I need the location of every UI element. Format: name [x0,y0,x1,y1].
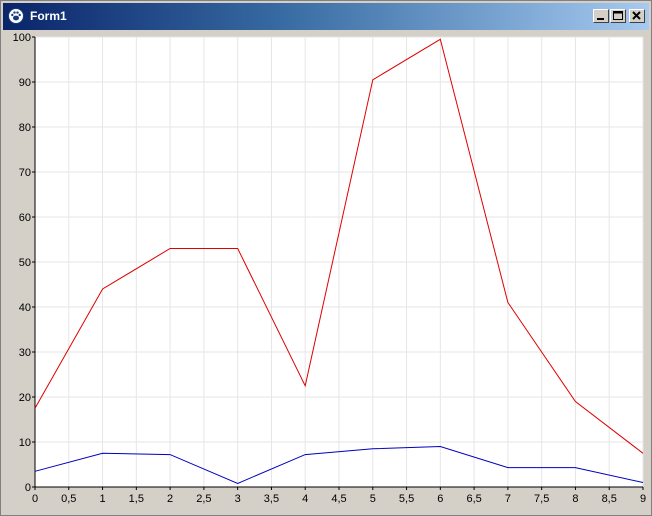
x-tick-label: 8,5 [602,493,617,505]
y-tick-label: 40 [19,302,31,314]
x-tick-label: 5,5 [399,493,414,505]
maximize-icon [613,11,623,20]
x-tick-label: 1 [99,493,105,505]
y-tick-label: 100 [13,32,31,44]
y-tick-label: 70 [19,167,31,179]
x-tick-label: 3,5 [264,493,279,505]
x-tick-label: 7 [505,493,511,505]
x-tick-label: 1,5 [129,493,144,505]
form-client-area: 0 10 20 30 40 50 60 70 80 90 100 0 0,5 1 1,5 2 2,5 3 3,5 4 4… [3,31,649,513]
x-tick-label: 8 [572,493,578,505]
y-tick-label: 30 [19,347,31,359]
x-tick-label: 7,5 [534,493,549,505]
minimize-icon [597,18,604,20]
x-tick-label: 6,5 [466,493,481,505]
x-tick-label: 5 [370,493,376,505]
y-tick-label: 50 [19,257,31,269]
x-tick-label: 0,5 [61,493,76,505]
x-tick-label: 4 [302,493,308,505]
maximize-button[interactable] [610,9,626,23]
close-icon [632,11,641,20]
x-tick-label: 2 [167,493,173,505]
app-window: Form1 0 10 20 30 40 50 60 70 80 90 100 0 0,5 1 1,5 2 2,5… [0,0,652,516]
minimize-button[interactable] [593,9,609,23]
y-tick-label: 90 [19,77,31,89]
y-tick-label: 0 [25,482,31,494]
y-tick-label: 60 [19,212,31,224]
line-chart: 0 10 20 30 40 50 60 70 80 90 100 0 0,5 1 1,5 2 2,5 3 3,5 4 4… [13,32,646,505]
close-button[interactable] [629,9,645,23]
x-tick-label: 2,5 [196,493,211,505]
y-tick-label: 20 [19,392,31,404]
y-tick-label: 80 [19,122,31,134]
title-bar[interactable]: Form1 [3,3,649,30]
x-tick-label: 3 [235,493,241,505]
x-tick-label: 4,5 [331,493,346,505]
x-tick-label: 9 [640,493,646,505]
window-title: Form1 [30,9,67,23]
y-tick-label: 10 [19,437,31,449]
paw-icon[interactable] [8,8,24,24]
x-tick-label: 0 [32,493,38,505]
x-tick-label: 6 [437,493,443,505]
